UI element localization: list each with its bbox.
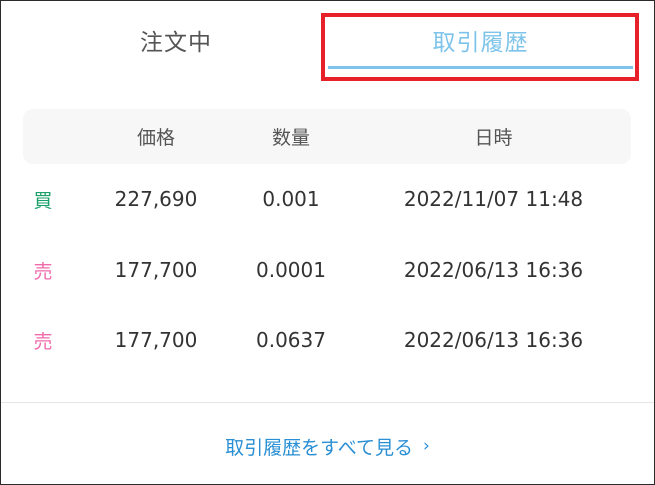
trade-price: 177,700 xyxy=(114,328,198,352)
chevron-right-icon: › xyxy=(423,436,430,456)
header-datetime: 日時 xyxy=(474,127,513,149)
trade-datetime: 2022/11/07 11:48 xyxy=(403,187,584,211)
table-row: 売 177,700 0.0001 2022/06/13 16:36 xyxy=(1,240,654,300)
table-row: 売 177,700 0.0637 2022/06/13 16:36 xyxy=(1,310,654,370)
tab-open-orders-label: 注文中 xyxy=(140,30,212,56)
trade-panel: 注文中 取引履歴 価格 数量 日時 買 227,690 0.001 2022/1… xyxy=(0,0,655,485)
trade-side-sell: 売 xyxy=(33,330,53,353)
tab-trade-history[interactable]: 取引履歴 xyxy=(328,1,633,79)
table-header: 価格 数量 日時 xyxy=(23,109,631,164)
trade-quantity: 0.0001 xyxy=(256,258,326,282)
trade-price: 227,690 xyxy=(114,187,198,211)
trade-datetime: 2022/06/13 16:36 xyxy=(403,258,584,282)
trade-quantity: 0.0637 xyxy=(256,328,326,352)
trade-side-buy: 買 xyxy=(33,189,53,212)
view-all-history-label: 取引履歴をすべて見る xyxy=(225,436,414,459)
footer-divider xyxy=(1,402,654,403)
header-quantity: 数量 xyxy=(271,127,310,149)
table-row: 買 227,690 0.001 2022/11/07 11:48 xyxy=(1,169,654,229)
active-tab-indicator xyxy=(328,66,633,69)
header-price: 価格 xyxy=(136,127,175,149)
tab-open-orders[interactable]: 注文中 xyxy=(41,1,311,79)
trade-datetime: 2022/06/13 16:36 xyxy=(403,328,584,352)
trade-side-sell: 売 xyxy=(33,260,53,283)
tab-bar: 注文中 取引履歴 xyxy=(1,1,654,81)
trade-quantity: 0.001 xyxy=(262,187,320,211)
view-all-history-link[interactable]: 取引履歴をすべて見る › xyxy=(1,421,654,471)
trade-price: 177,700 xyxy=(114,258,198,282)
tab-trade-history-label: 取引履歴 xyxy=(432,30,529,56)
